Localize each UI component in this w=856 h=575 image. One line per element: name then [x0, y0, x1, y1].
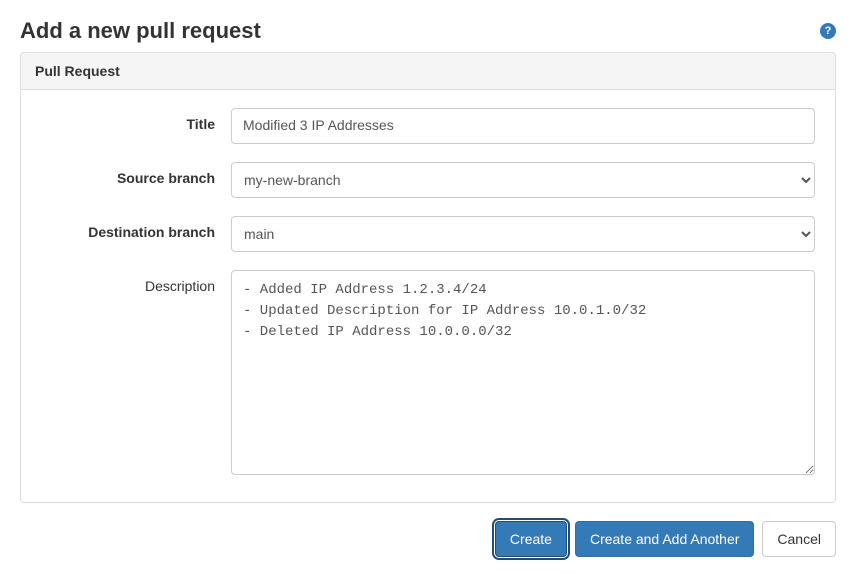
panel-heading: Pull Request: [21, 53, 835, 90]
destination-branch-select[interactable]: main: [231, 216, 815, 252]
help-icon[interactable]: ?: [820, 23, 836, 39]
create-button[interactable]: Create: [495, 521, 567, 557]
title-input[interactable]: [231, 108, 815, 144]
destination-branch-label: Destination branch: [41, 216, 231, 240]
create-and-add-another-button[interactable]: Create and Add Another: [575, 521, 754, 557]
page-title: Add a new pull request: [20, 18, 261, 44]
title-label: Title: [41, 108, 231, 132]
pull-request-panel: Pull Request Title Source branch my-new-…: [20, 52, 836, 503]
source-branch-label: Source branch: [41, 162, 231, 186]
button-row: Create Create and Add Another Cancel: [20, 521, 836, 557]
source-branch-select[interactable]: my-new-branch: [231, 162, 815, 198]
description-textarea[interactable]: [231, 270, 815, 475]
description-label: Description: [41, 270, 231, 294]
cancel-button[interactable]: Cancel: [762, 521, 836, 557]
